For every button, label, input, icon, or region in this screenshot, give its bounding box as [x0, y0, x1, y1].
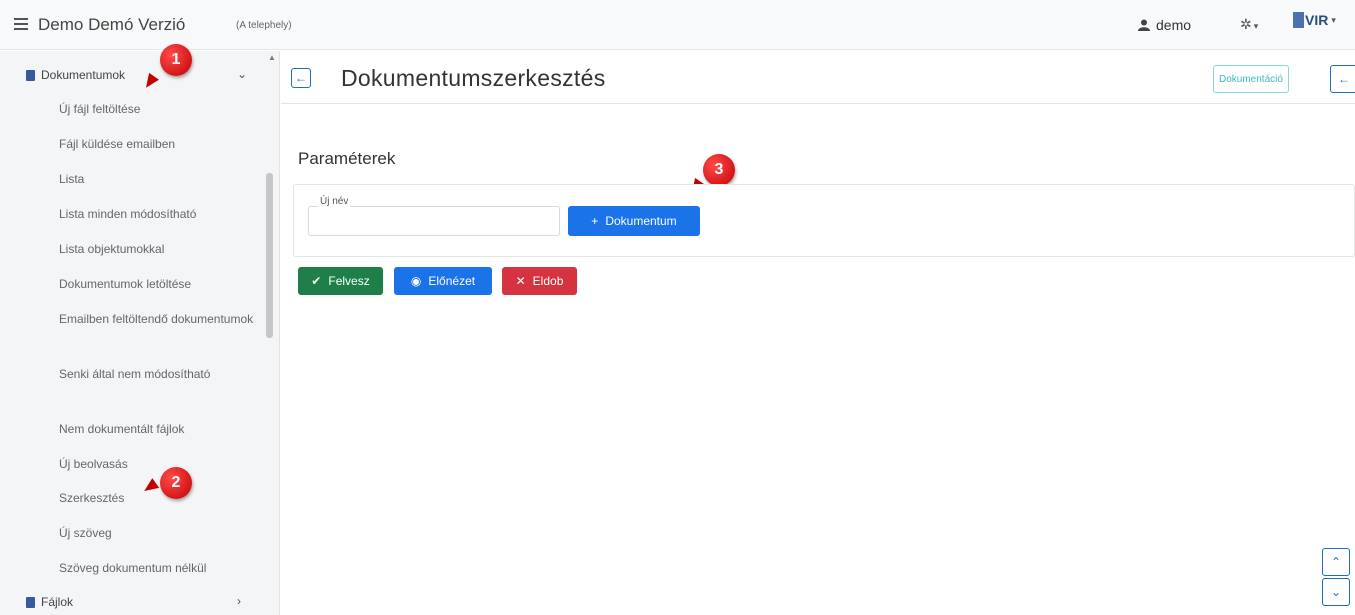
chevron-right-icon[interactable]: ›	[237, 594, 241, 608]
sidebar-group-label: Fájlok	[41, 595, 74, 609]
user-menu[interactable]: demo	[1138, 17, 1191, 33]
scroll-to-bottom-button[interactable]: ⌄	[1322, 578, 1350, 606]
back-button-right[interactable]: ←	[1330, 65, 1355, 93]
save-label: Felvesz	[328, 274, 370, 288]
close-icon: ✕	[515, 274, 526, 288]
logo-mark	[1293, 12, 1304, 28]
section-title-parameters: Paraméterek	[298, 149, 396, 168]
sidebar-group-documents[interactable]: Dokumentumok	[26, 64, 125, 86]
new-name-input[interactable]	[308, 206, 560, 236]
documentation-button[interactable]: Dokumentáció	[1213, 65, 1289, 93]
scroll-to-top-button[interactable]: ⌃	[1322, 548, 1350, 576]
vir-logo-menu[interactable]: VIR ▾	[1293, 12, 1336, 28]
chevron-down-icon[interactable]: ⌄	[237, 67, 247, 81]
gear-icon: ✲	[1240, 16, 1252, 32]
sidebar-item-send-email[interactable]: Fájl küldése emailben	[59, 134, 254, 154]
sidebar-item-download[interactable]: Dokumentumok letöltése	[59, 274, 254, 294]
caret-down-icon: ▾	[1331, 14, 1336, 25]
user-name: demo	[1156, 17, 1192, 33]
back-button[interactable]: ←	[291, 68, 311, 88]
page-title: Dokumentumszerkesztés	[341, 65, 606, 91]
add-document-label: Dokumentum	[605, 214, 677, 228]
sidebar-item-list[interactable]: Lista	[59, 169, 254, 189]
logo-text: VIR	[1305, 12, 1329, 28]
user-icon	[1138, 19, 1150, 31]
files-icon	[26, 596, 35, 608]
eye-icon: ◉	[410, 274, 422, 288]
add-document-button[interactable]: + Dokumentum	[568, 206, 700, 236]
content-header: ← Dokumentumszerkesztés Dokumentáció ←	[281, 51, 1355, 104]
save-button[interactable]: ✔ Felvesz	[298, 267, 383, 295]
settings-menu[interactable]: ✲ ▾	[1240, 16, 1258, 33]
sidebar-item-undocumented[interactable]: Nem dokumentált fájlok	[59, 419, 254, 439]
preview-label: Előnézet	[428, 274, 476, 288]
discard-label: Eldob	[532, 274, 564, 288]
sidebar-item-list-all-editable[interactable]: Lista minden módosítható	[59, 204, 254, 224]
caret-down-icon: ▾	[1253, 21, 1259, 31]
top-navbar: Demo Demó Verzió (A telephely) demo ✲ ▾ V…	[0, 0, 1355, 50]
sidebar-item-new-scan[interactable]: Új beolvasás	[59, 454, 254, 474]
arrow-left-icon: ←	[1338, 72, 1350, 86]
sidebar: Dokumentumok ⌄ Új fájl feltöltése Fájl k…	[0, 51, 280, 615]
callout-badge-1: 1	[160, 44, 192, 76]
sidebar-item-new-text[interactable]: Új szöveg	[59, 523, 254, 543]
document-icon	[26, 69, 35, 81]
scroll-up-arrow-icon[interactable]: ▲	[268, 53, 276, 62]
sidebar-group-label: Dokumentumok	[41, 68, 126, 82]
callout-badge-2: 2	[160, 467, 192, 499]
menu-icon[interactable]	[14, 18, 28, 30]
chevron-down-icon: ⌄	[1330, 585, 1342, 599]
sidebar-scrollbar-thumb[interactable]	[266, 173, 273, 338]
sidebar-item-edit[interactable]: Szerkesztés	[59, 488, 254, 508]
sidebar-item-upload[interactable]: Új fájl feltöltése	[59, 99, 254, 119]
check-icon: ✔	[311, 274, 322, 288]
preview-button[interactable]: ◉ Előnézet	[394, 267, 492, 295]
sidebar-item-list-objects[interactable]: Lista objektumokkal	[59, 239, 254, 259]
chevron-up-icon: ⌃	[1330, 555, 1342, 569]
discard-button[interactable]: ✕ Eldob	[502, 267, 577, 295]
app-title[interactable]: Demo Demó Verzió	[38, 15, 185, 35]
sidebar-item-text-without-doc[interactable]: Szöveg dokumentum nélkül	[59, 558, 254, 578]
sidebar-item-email-upload[interactable]: Emailben feltöltendő dokumentumok	[59, 309, 254, 329]
plus-icon: +	[591, 214, 599, 228]
site-label: (A telephely)	[236, 20, 292, 31]
new-name-label: Új név	[318, 196, 351, 207]
sidebar-item-not-editable[interactable]: Senki által nem módosítható	[59, 364, 254, 384]
sidebar-group-files[interactable]: Fájlok	[26, 591, 73, 613]
callout-badge-3: 3	[703, 154, 735, 186]
arrow-left-icon: ←	[295, 71, 307, 85]
